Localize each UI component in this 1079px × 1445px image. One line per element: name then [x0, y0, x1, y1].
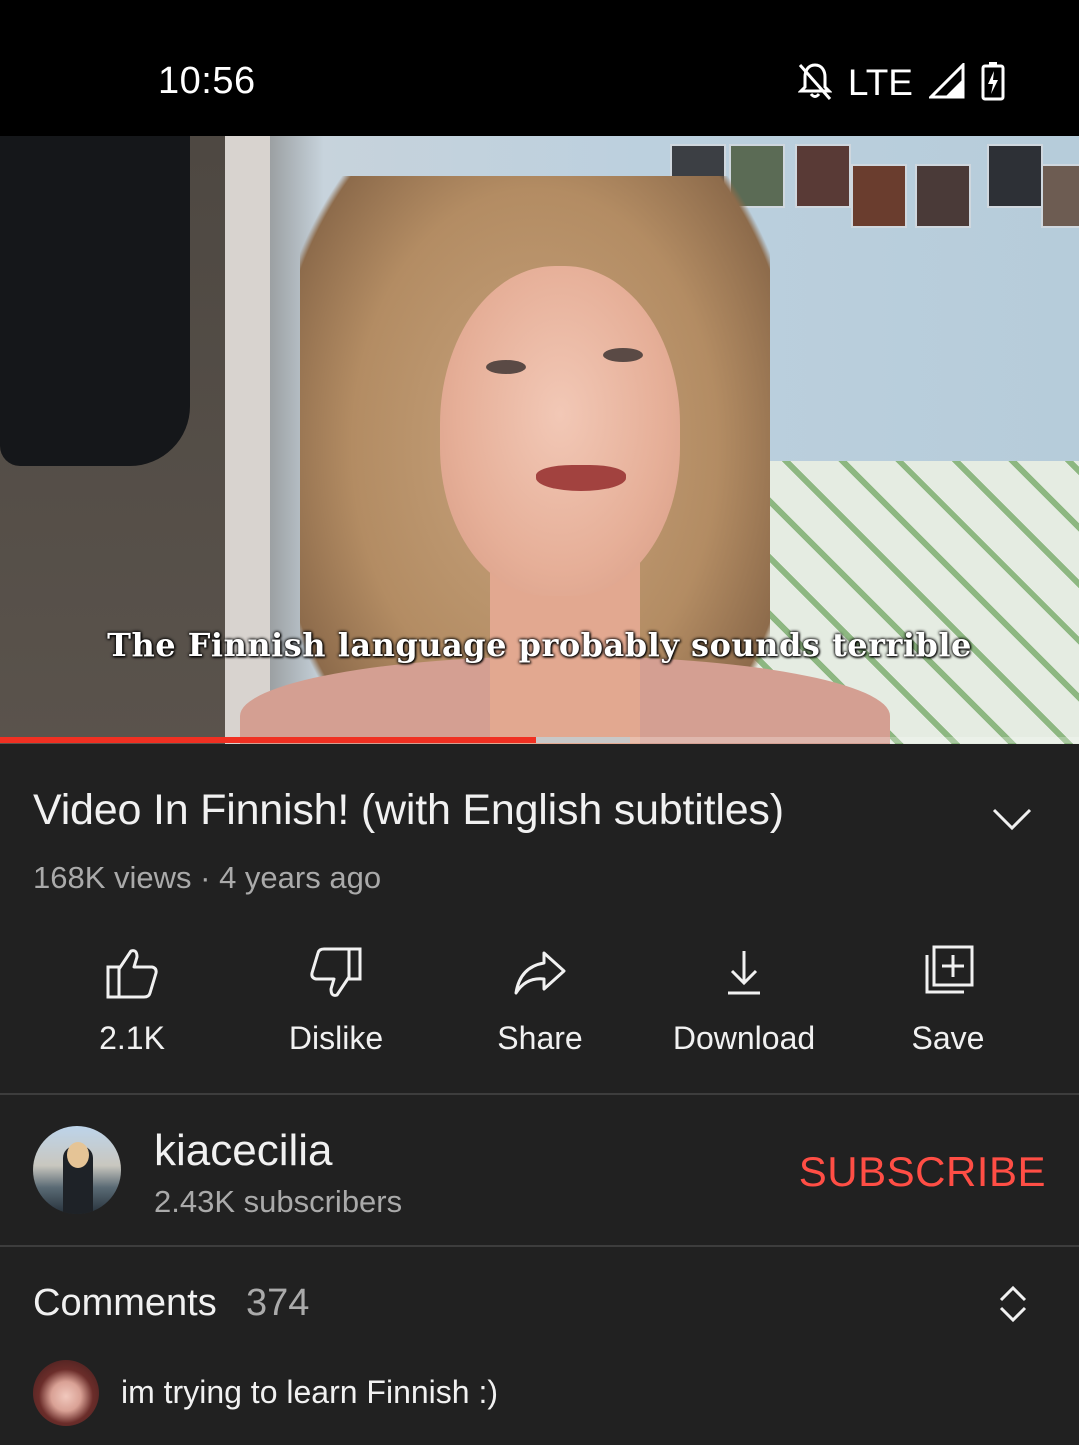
top-comment-text[interactable]: im trying to learn Finnish :)	[121, 1374, 498, 1411]
status-time: 10:56	[158, 60, 256, 102]
video-title[interactable]: Video In Finnish! (with English subtitle…	[33, 786, 784, 835]
battery-charging-icon	[981, 61, 1005, 106]
download-icon	[728, 951, 760, 995]
channel-name[interactable]: kiacecilia	[154, 1126, 333, 1176]
dislike-label: Dislike	[288, 1020, 384, 1056]
save-button[interactable]: Save	[846, 945, 1050, 1065]
video-frame-mouth	[536, 465, 626, 491]
video-progress-bar[interactable]	[0, 737, 1079, 743]
video-frame-jacket	[0, 136, 190, 466]
like-button[interactable]: 2.1K	[30, 945, 234, 1065]
thumb-up-icon	[106, 949, 158, 999]
thumb-down-icon	[310, 947, 362, 997]
subscribe-button[interactable]: SUBSCRIBE	[799, 1148, 1046, 1196]
signal-icon	[927, 60, 965, 104]
download-button[interactable]: Download	[642, 945, 846, 1065]
save-label: Save	[911, 1020, 985, 1056]
chevron-down-icon[interactable]	[990, 804, 1034, 834]
video-player[interactable]: The Finnish language probably sounds ter…	[0, 136, 1079, 744]
video-meta: 168K views · 4 years ago	[33, 860, 382, 895]
like-count: 2.1K	[99, 1020, 165, 1056]
network-type: LTE	[847, 62, 913, 103]
notifications-off-icon	[797, 61, 833, 106]
status-icons: LTE	[797, 60, 1005, 106]
add-to-playlist-icon	[925, 945, 974, 994]
share-icon	[514, 951, 566, 995]
video-frame-eye-right	[603, 348, 643, 362]
video-subtitle: The Finnish language probably sounds ter…	[107, 626, 972, 664]
commenter-avatar	[33, 1360, 99, 1426]
share-label: Share	[497, 1020, 583, 1056]
video-progress-played	[0, 737, 537, 743]
comments-count: 374	[246, 1282, 310, 1324]
channel-avatar[interactable]	[33, 1126, 121, 1214]
download-label: Download	[672, 1020, 816, 1056]
share-button[interactable]: Share	[438, 945, 642, 1065]
dislike-button[interactable]: Dislike	[234, 945, 438, 1065]
action-row: 2.1K Dislike Share Download Save	[30, 945, 1050, 1065]
video-frame-eye-left	[486, 360, 526, 374]
video-frame-face	[440, 266, 680, 596]
divider	[0, 1093, 1079, 1095]
divider	[0, 1245, 1079, 1247]
channel-subscriber-count: 2.43K subscribers	[154, 1184, 403, 1219]
expand-comments-icon[interactable]	[996, 1283, 1030, 1325]
status-bar: 10:56 LTE	[0, 0, 1079, 136]
comments-title[interactable]: Comments	[33, 1282, 217, 1325]
